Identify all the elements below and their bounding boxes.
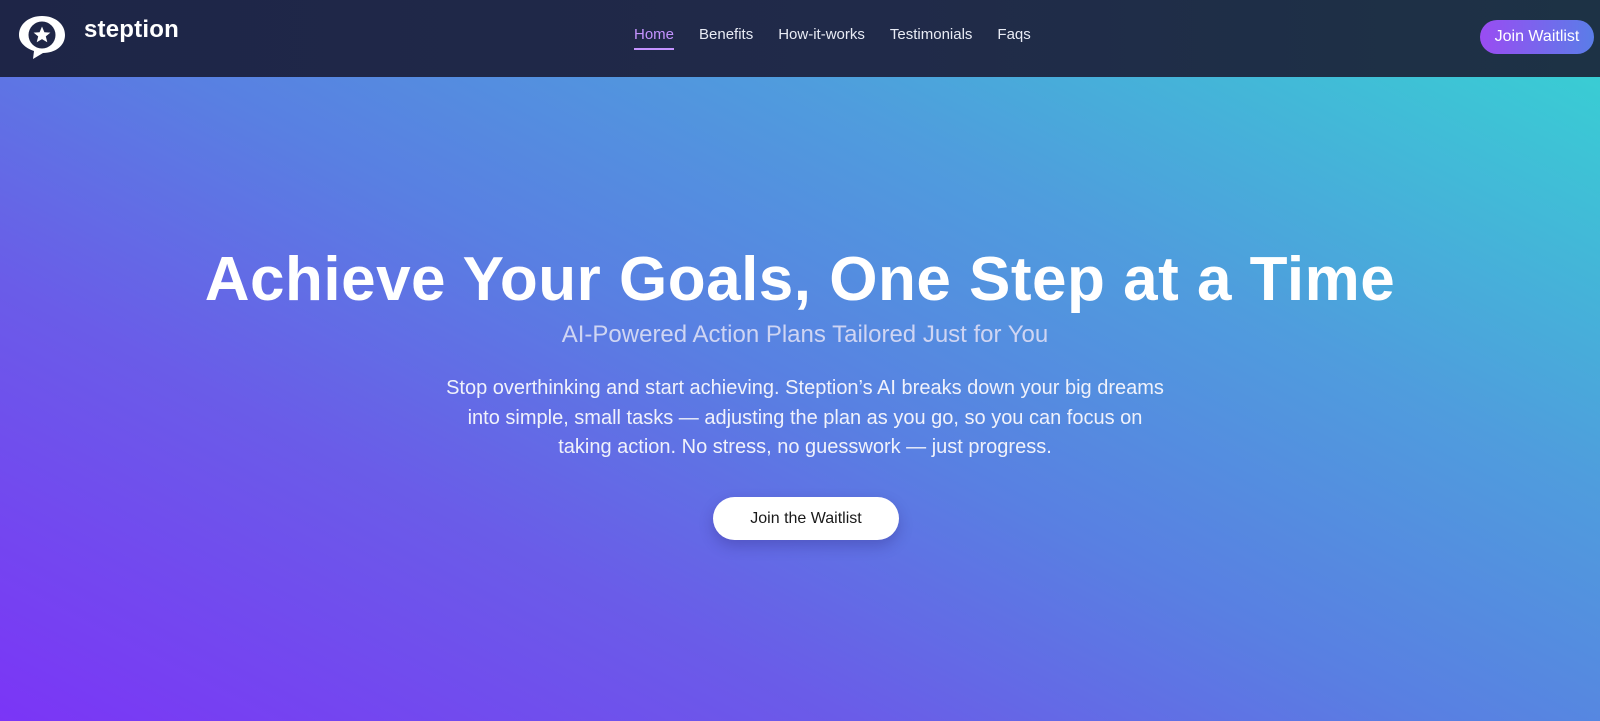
hero-section: Achieve Your Goals, One Step at a Time A… xyxy=(0,77,1600,721)
nav-link-home[interactable]: Home xyxy=(634,25,675,50)
nav-link-how-it-works[interactable]: How-it-works xyxy=(778,25,865,48)
brand-name: steption xyxy=(84,16,179,43)
brand[interactable]: steption xyxy=(16,13,179,61)
top-navbar: steption Home Benefits How-it-works Test… xyxy=(0,0,1600,77)
join-the-waitlist-button[interactable]: Join the Waitlist xyxy=(713,497,899,540)
hero-title: Achieve Your Goals, One Step at a Time xyxy=(204,245,1396,314)
nav-link-testimonials[interactable]: Testimonials xyxy=(890,25,973,48)
nav-link-faqs[interactable]: Faqs xyxy=(997,25,1030,48)
hero-description: Stop overthinking and start achieving. S… xyxy=(446,377,1164,458)
star-speech-bubble-icon xyxy=(19,16,65,59)
join-waitlist-button[interactable]: Join Waitlist xyxy=(1480,20,1594,54)
nav-link-benefits[interactable]: Benefits xyxy=(699,25,753,48)
hero-subtitle: AI-Powered Action Plans Tailored Just fo… xyxy=(561,321,1049,348)
nav-menu: Home Benefits How-it-works Testimonials … xyxy=(634,25,1056,50)
